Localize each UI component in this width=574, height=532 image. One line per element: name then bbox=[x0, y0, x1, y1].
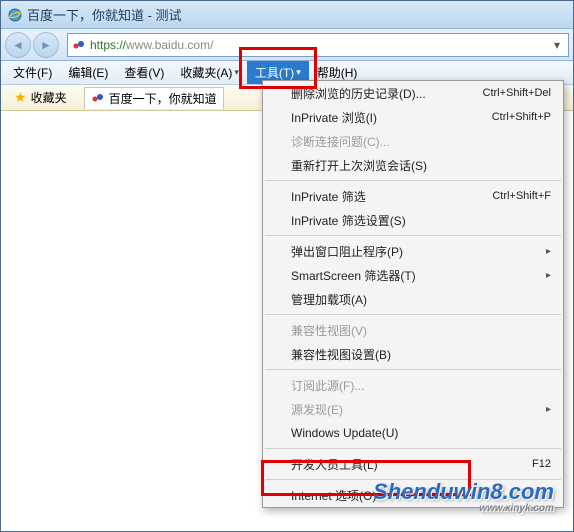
favorites-button[interactable]: ★ 收藏夹 bbox=[7, 86, 74, 109]
menu-inprivate-filter[interactable]: InPrivate 筛选Ctrl+Shift+F bbox=[263, 184, 563, 208]
menu-compat-view[interactable]: 兼容性视图(V) bbox=[263, 318, 563, 342]
menu-reopen-session[interactable]: 重新打开上次浏览会话(S) bbox=[263, 153, 563, 177]
tab-favicon bbox=[91, 91, 105, 105]
url-protocol: https:// bbox=[90, 38, 126, 52]
separator bbox=[265, 235, 561, 236]
address-bar[interactable]: https://www.baidu.com/ ▾ bbox=[67, 33, 569, 57]
separator bbox=[265, 448, 561, 449]
menu-manage-addons[interactable]: 管理加载项(A) bbox=[263, 287, 563, 311]
window-title: 百度一下，你就知道 - 测试 bbox=[27, 5, 182, 24]
menu-file[interactable]: 文件(F) bbox=[5, 61, 60, 84]
watermark: Shenduwin8.com www.xinyk.com bbox=[373, 479, 554, 514]
menu-inprivate-filter-settings[interactable]: InPrivate 筛选设置(S) bbox=[263, 208, 563, 232]
star-icon: ★ bbox=[14, 89, 27, 106]
menu-windows-update[interactable]: Windows Update(U) bbox=[263, 421, 563, 445]
tools-dropdown: 删除浏览的历史记录(D)...Ctrl+Shift+Del InPrivate … bbox=[262, 80, 564, 508]
menu-smartscreen[interactable]: SmartScreen 筛选器(T) bbox=[263, 263, 563, 287]
menu-favorites[interactable]: 收藏夹(A) bbox=[172, 61, 247, 84]
separator bbox=[265, 180, 561, 181]
separator bbox=[265, 369, 561, 370]
menu-diagnose[interactable]: 诊断连接问题(C)... bbox=[263, 129, 563, 153]
watermark-main: Shenduwin8.com bbox=[373, 479, 554, 505]
menu-edit[interactable]: 编辑(E) bbox=[60, 61, 116, 84]
menu-inprivate-browse[interactable]: InPrivate 浏览(I)Ctrl+Shift+P bbox=[263, 105, 563, 129]
chevron-down-icon[interactable]: ▾ bbox=[550, 38, 564, 52]
tab-current[interactable]: 百度一下，你就知道 bbox=[84, 87, 224, 109]
tab-label: 百度一下，你就知道 bbox=[109, 90, 217, 107]
site-favicon bbox=[72, 38, 86, 52]
ie-icon bbox=[7, 7, 23, 23]
menu-delete-history[interactable]: 删除浏览的历史记录(D)...Ctrl+Shift+Del bbox=[263, 81, 563, 105]
menu-feed-discovery[interactable]: 源发现(E) bbox=[263, 397, 563, 421]
favorites-label: 收藏夹 bbox=[31, 89, 67, 106]
menu-feed-subscribe[interactable]: 订阅此源(F)... bbox=[263, 373, 563, 397]
forward-button[interactable]: ► bbox=[33, 32, 59, 58]
titlebar: 百度一下，你就知道 - 测试 bbox=[1, 1, 573, 29]
menu-dev-tools[interactable]: 开发人员工具(L)F12 bbox=[263, 452, 563, 476]
menu-view[interactable]: 查看(V) bbox=[116, 61, 172, 84]
menu-compat-view-settings[interactable]: 兼容性视图设置(B) bbox=[263, 342, 563, 366]
menu-popup-blocker[interactable]: 弹出窗口阻止程序(P) bbox=[263, 239, 563, 263]
nav-toolbar: ◄ ► https://www.baidu.com/ ▾ bbox=[1, 29, 573, 61]
url-host: www.baidu.com/ bbox=[126, 38, 213, 52]
separator bbox=[265, 314, 561, 315]
back-button[interactable]: ◄ bbox=[5, 32, 31, 58]
